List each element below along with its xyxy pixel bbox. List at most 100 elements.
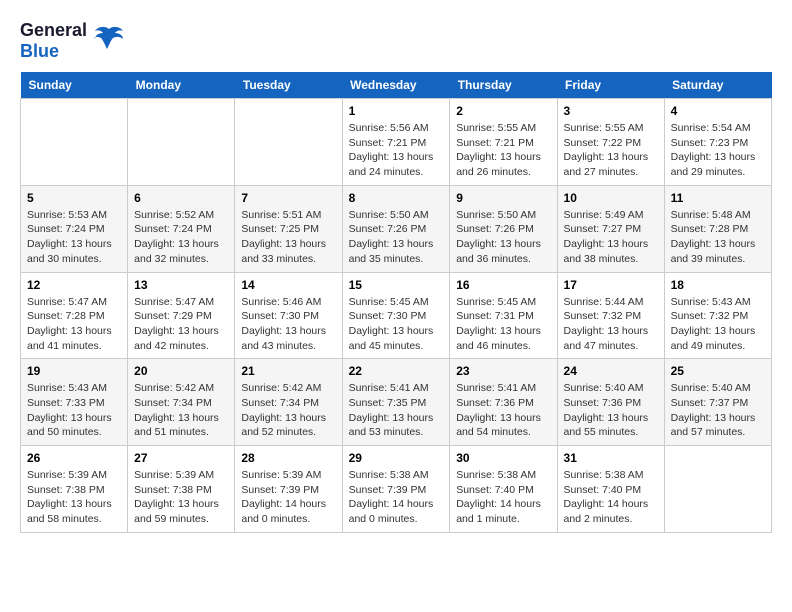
calendar-cell: 23 Sunrise: 5:41 AM Sunset: 7:36 PM Dayli… <box>450 359 557 446</box>
calendar-table: SundayMondayTuesdayWednesdayThursdayFrid… <box>20 72 772 533</box>
day-number: 21 <box>241 364 335 378</box>
day-info: Sunrise: 5:42 AM Sunset: 7:34 PM Dayligh… <box>241 381 335 440</box>
calendar-cell: 31Sunrise: 5:38 AM Sunset: 7:40 PM Dayli… <box>557 446 664 533</box>
day-info: Sunrise: 5:50 AM Sunset: 7:26 PM Dayligh… <box>456 208 550 267</box>
calendar-cell: 14 Sunrise: 5:46 AM Sunset: 7:30 PM Dayli… <box>235 272 342 359</box>
day-number: 27 <box>134 451 228 465</box>
day-number: 2 <box>456 104 550 118</box>
day-info: Sunrise: 5:40 AM Sunset: 7:36 PM Dayligh… <box>564 381 658 440</box>
calendar-cell: 11 Sunrise: 5:48 AM Sunset: 7:28 PM Dayli… <box>664 185 771 272</box>
day-info: Sunrise: 5:49 AM Sunset: 7:27 PM Dayligh… <box>564 208 658 267</box>
day-info: Sunrise: 5:43 AM Sunset: 7:32 PM Dayligh… <box>671 295 765 354</box>
calendar-cell: 13 Sunrise: 5:47 AM Sunset: 7:29 PM Dayli… <box>128 272 235 359</box>
day-info: Sunrise: 5:46 AM Sunset: 7:30 PM Dayligh… <box>241 295 335 354</box>
calendar-cell: 21 Sunrise: 5:42 AM Sunset: 7:34 PM Dayli… <box>235 359 342 446</box>
calendar-cell: 25Sunrise: 5:40 AM Sunset: 7:37 PM Dayli… <box>664 359 771 446</box>
day-number: 7 <box>241 191 335 205</box>
day-info: Sunrise: 5:55 AM Sunset: 7:21 PM Dayligh… <box>456 121 550 180</box>
page-header: General Blue <box>20 20 772 62</box>
calendar-cell: 22 Sunrise: 5:41 AM Sunset: 7:35 PM Dayli… <box>342 359 450 446</box>
calendar-cell: 8 Sunrise: 5:50 AM Sunset: 7:26 PM Daylig… <box>342 185 450 272</box>
calendar-cell: 6 Sunrise: 5:52 AM Sunset: 7:24 PM Daylig… <box>128 185 235 272</box>
day-info: Sunrise: 5:50 AM Sunset: 7:26 PM Dayligh… <box>349 208 444 267</box>
calendar-cell: 26Sunrise: 5:39 AM Sunset: 7:38 PM Dayli… <box>21 446 128 533</box>
day-info: Sunrise: 5:38 AM Sunset: 7:40 PM Dayligh… <box>456 468 550 527</box>
calendar-day-header: Saturday <box>664 72 771 99</box>
day-number: 14 <box>241 278 335 292</box>
calendar-week-row: 1 Sunrise: 5:56 AM Sunset: 7:21 PM Daylig… <box>21 99 772 186</box>
day-info: Sunrise: 5:41 AM Sunset: 7:35 PM Dayligh… <box>349 381 444 440</box>
day-number: 12 <box>27 278 121 292</box>
calendar-week-row: 26Sunrise: 5:39 AM Sunset: 7:38 PM Dayli… <box>21 446 772 533</box>
calendar-cell <box>21 99 128 186</box>
day-number: 5 <box>27 191 121 205</box>
calendar-cell: 20 Sunrise: 5:42 AM Sunset: 7:34 PM Dayli… <box>128 359 235 446</box>
day-info: Sunrise: 5:39 AM Sunset: 7:38 PM Dayligh… <box>134 468 228 527</box>
day-info: Sunrise: 5:39 AM Sunset: 7:38 PM Dayligh… <box>27 468 121 527</box>
calendar-day-header: Sunday <box>21 72 128 99</box>
day-number: 23 <box>456 364 550 378</box>
day-info: Sunrise: 5:51 AM Sunset: 7:25 PM Dayligh… <box>241 208 335 267</box>
logo-blue: Blue <box>20 41 59 61</box>
day-number: 20 <box>134 364 228 378</box>
day-number: 24 <box>564 364 658 378</box>
day-info: Sunrise: 5:45 AM Sunset: 7:31 PM Dayligh… <box>456 295 550 354</box>
calendar-week-row: 12 Sunrise: 5:47 AM Sunset: 7:28 PM Dayli… <box>21 272 772 359</box>
logo-bird-icon <box>93 25 125 53</box>
logo-general: General <box>20 20 87 40</box>
calendar-cell: 19 Sunrise: 5:43 AM Sunset: 7:33 PM Dayli… <box>21 359 128 446</box>
calendar-cell <box>664 446 771 533</box>
day-info: Sunrise: 5:53 AM Sunset: 7:24 PM Dayligh… <box>27 208 121 267</box>
day-info: Sunrise: 5:44 AM Sunset: 7:32 PM Dayligh… <box>564 295 658 354</box>
day-number: 13 <box>134 278 228 292</box>
calendar-day-header: Monday <box>128 72 235 99</box>
calendar-cell <box>128 99 235 186</box>
calendar-cell: 15Sunrise: 5:45 AM Sunset: 7:30 PM Dayli… <box>342 272 450 359</box>
calendar-cell: 30Sunrise: 5:38 AM Sunset: 7:40 PM Dayli… <box>450 446 557 533</box>
day-number: 1 <box>349 104 444 118</box>
day-number: 8 <box>349 191 444 205</box>
day-info: Sunrise: 5:40 AM Sunset: 7:37 PM Dayligh… <box>671 381 765 440</box>
calendar-header-row: SundayMondayTuesdayWednesdayThursdayFrid… <box>21 72 772 99</box>
calendar-cell: 28 Sunrise: 5:39 AM Sunset: 7:39 PM Dayli… <box>235 446 342 533</box>
day-info: Sunrise: 5:41 AM Sunset: 7:36 PM Dayligh… <box>456 381 550 440</box>
calendar-cell: 12 Sunrise: 5:47 AM Sunset: 7:28 PM Dayli… <box>21 272 128 359</box>
calendar-cell: 16 Sunrise: 5:45 AM Sunset: 7:31 PM Dayli… <box>450 272 557 359</box>
day-info: Sunrise: 5:38 AM Sunset: 7:40 PM Dayligh… <box>564 468 658 527</box>
day-info: Sunrise: 5:47 AM Sunset: 7:28 PM Dayligh… <box>27 295 121 354</box>
calendar-day-header: Wednesday <box>342 72 450 99</box>
day-info: Sunrise: 5:43 AM Sunset: 7:33 PM Dayligh… <box>27 381 121 440</box>
day-info: Sunrise: 5:48 AM Sunset: 7:28 PM Dayligh… <box>671 208 765 267</box>
calendar-cell: 2 Sunrise: 5:55 AM Sunset: 7:21 PM Daylig… <box>450 99 557 186</box>
calendar-cell: 3Sunrise: 5:55 AM Sunset: 7:22 PM Daylig… <box>557 99 664 186</box>
day-number: 29 <box>349 451 444 465</box>
day-number: 17 <box>564 278 658 292</box>
day-info: Sunrise: 5:56 AM Sunset: 7:21 PM Dayligh… <box>349 121 444 180</box>
logo-text: General Blue <box>20 20 87 62</box>
calendar-cell: 24 Sunrise: 5:40 AM Sunset: 7:36 PM Dayli… <box>557 359 664 446</box>
day-info: Sunrise: 5:38 AM Sunset: 7:39 PM Dayligh… <box>349 468 444 527</box>
day-number: 18 <box>671 278 765 292</box>
day-number: 28 <box>241 451 335 465</box>
calendar-day-header: Tuesday <box>235 72 342 99</box>
day-number: 9 <box>456 191 550 205</box>
calendar-cell: 9 Sunrise: 5:50 AM Sunset: 7:26 PM Daylig… <box>450 185 557 272</box>
calendar-cell: 10Sunrise: 5:49 AM Sunset: 7:27 PM Dayli… <box>557 185 664 272</box>
calendar-cell <box>235 99 342 186</box>
day-number: 11 <box>671 191 765 205</box>
day-number: 16 <box>456 278 550 292</box>
day-number: 19 <box>27 364 121 378</box>
day-info: Sunrise: 5:55 AM Sunset: 7:22 PM Dayligh… <box>564 121 658 180</box>
calendar-day-header: Friday <box>557 72 664 99</box>
day-number: 22 <box>349 364 444 378</box>
day-info: Sunrise: 5:47 AM Sunset: 7:29 PM Dayligh… <box>134 295 228 354</box>
day-info: Sunrise: 5:42 AM Sunset: 7:34 PM Dayligh… <box>134 381 228 440</box>
day-number: 15 <box>349 278 444 292</box>
day-info: Sunrise: 5:52 AM Sunset: 7:24 PM Dayligh… <box>134 208 228 267</box>
day-number: 4 <box>671 104 765 118</box>
calendar-cell: 4Sunrise: 5:54 AM Sunset: 7:23 PM Daylig… <box>664 99 771 186</box>
day-info: Sunrise: 5:39 AM Sunset: 7:39 PM Dayligh… <box>241 468 335 527</box>
calendar-cell: 17 Sunrise: 5:44 AM Sunset: 7:32 PM Dayli… <box>557 272 664 359</box>
calendar-cell: 5 Sunrise: 5:53 AM Sunset: 7:24 PM Daylig… <box>21 185 128 272</box>
day-number: 6 <box>134 191 228 205</box>
